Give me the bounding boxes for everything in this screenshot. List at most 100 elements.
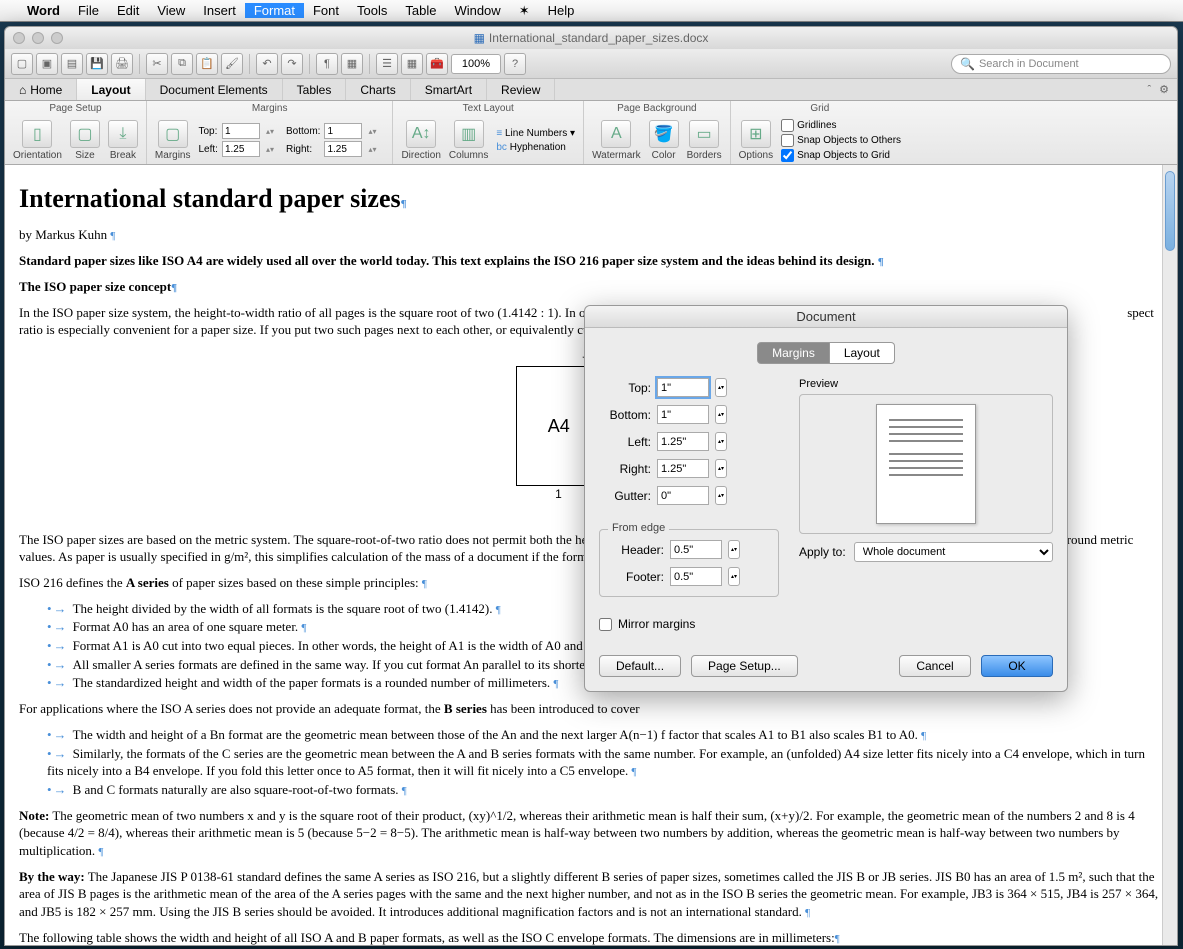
open-button[interactable]: ▣ xyxy=(36,53,58,75)
show-all-button[interactable]: ▦ xyxy=(341,53,363,75)
direction-button[interactable]: A↕Direction xyxy=(401,120,440,161)
apply-to-label: Apply to: xyxy=(799,545,846,559)
apply-to-select[interactable]: Whole document xyxy=(854,542,1053,562)
menu-app[interactable]: Word xyxy=(18,3,69,18)
close-window-button[interactable] xyxy=(13,32,25,44)
dialog-bottom-input[interactable] xyxy=(657,405,709,424)
template-button[interactable]: ▤ xyxy=(61,53,83,75)
tab-layout[interactable]: Layout xyxy=(77,79,145,100)
spinner[interactable]: ▴▾ xyxy=(715,432,727,451)
cut-button[interactable]: ✂ xyxy=(146,53,168,75)
spinner[interactable]: ▴▾ xyxy=(728,540,740,559)
undo-button[interactable]: ↶ xyxy=(256,53,278,75)
margin-left-input[interactable] xyxy=(222,141,260,157)
titlebar: ▦International_standard_paper_sizes.docx xyxy=(5,27,1177,49)
doc-btw: By the way: The Japanese JIS P 0138-61 s… xyxy=(19,868,1163,921)
cancel-button[interactable]: Cancel xyxy=(899,655,971,677)
tab-home[interactable]: Home xyxy=(5,79,77,100)
list-item: The width and height of a Bn format are … xyxy=(47,726,1163,744)
sidebar-button[interactable]: ☰ xyxy=(376,53,398,75)
format-painter-button[interactable]: 🖌 xyxy=(221,53,243,75)
paste-button[interactable]: 📋 xyxy=(196,53,218,75)
toolbox-button[interactable]: 🧰 xyxy=(426,53,448,75)
collapse-ribbon-icon[interactable]: ˆ xyxy=(1147,84,1151,96)
margin-right-input[interactable] xyxy=(324,141,362,157)
menu-format[interactable]: Format xyxy=(245,3,304,18)
preview-box xyxy=(799,394,1053,534)
menu-script-icon[interactable]: ✶ xyxy=(510,3,539,19)
page-setup-button[interactable]: Page Setup... xyxy=(691,655,798,677)
menu-font[interactable]: Font xyxy=(304,3,348,18)
snap-grid-checkbox[interactable]: Snap Objects to Grid xyxy=(781,149,901,162)
save-button[interactable]: 💾 xyxy=(86,53,108,75)
dialog-right-input[interactable] xyxy=(657,459,709,478)
watermark-button[interactable]: AWatermark xyxy=(592,120,641,161)
tab-charts[interactable]: Charts xyxy=(346,79,410,100)
list-item: B and C formats naturally are also squar… xyxy=(47,781,1163,799)
menu-table[interactable]: Table xyxy=(396,3,445,18)
dialog-left-input[interactable] xyxy=(657,432,709,451)
orientation-button[interactable]: ▯Orientation xyxy=(13,120,62,161)
spinner[interactable]: ▴▾ xyxy=(728,567,740,586)
gridlines-checkbox[interactable]: Gridlines xyxy=(781,119,901,132)
new-doc-button[interactable]: ▢ xyxy=(11,53,33,75)
print-button[interactable]: 🖨 xyxy=(111,53,133,75)
redo-button[interactable]: ↷ xyxy=(281,53,303,75)
dialog-tab-layout[interactable]: Layout xyxy=(830,342,895,364)
menu-view[interactable]: View xyxy=(148,3,194,18)
menu-tools[interactable]: Tools xyxy=(348,3,396,18)
margin-top-input[interactable] xyxy=(222,123,260,139)
spinner[interactable]: ▴▾ xyxy=(715,486,727,505)
zoom-window-button[interactable] xyxy=(51,32,63,44)
menu-insert[interactable]: Insert xyxy=(194,3,245,18)
menu-edit[interactable]: Edit xyxy=(108,3,148,18)
dialog-title: Document xyxy=(585,306,1067,328)
copy-button[interactable]: ⧉ xyxy=(171,53,193,75)
snap-others-checkbox[interactable]: Snap Objects to Others xyxy=(781,134,901,147)
tab-tables[interactable]: Tables xyxy=(283,79,347,100)
scrollbar-thumb[interactable] xyxy=(1165,171,1175,251)
break-button[interactable]: ⤓Break xyxy=(108,120,138,161)
spinner[interactable]: ▴▾ xyxy=(715,378,727,397)
doc-heading-1: International standard paper sizes¶ xyxy=(19,181,1163,216)
hyphenation-button[interactable]: bc Hyphenation xyxy=(496,142,575,153)
menu-window[interactable]: Window xyxy=(445,3,509,18)
gallery-button[interactable]: ▦ xyxy=(401,53,423,75)
margins-button[interactable]: ▢Margins xyxy=(155,120,191,161)
dialog-header-input[interactable] xyxy=(670,540,722,559)
tab-smartart[interactable]: SmartArt xyxy=(411,79,487,100)
doc-p5: For applications where the ISO A series … xyxy=(19,700,1163,718)
spinner[interactable]: ▴▾ xyxy=(715,405,727,424)
margin-bottom-input[interactable] xyxy=(324,123,362,139)
grid-options-button[interactable]: ⊞Options xyxy=(739,120,773,161)
search-input[interactable]: 🔍Search in Document xyxy=(951,54,1171,74)
vertical-scrollbar[interactable] xyxy=(1162,165,1177,945)
doc-list-2: The width and height of a Bn format are … xyxy=(47,726,1163,799)
spinner[interactable]: ▴▾ xyxy=(715,459,727,478)
ribbon: Page Setup ▯Orientation ▢Size ⤓Break Mar… xyxy=(5,101,1177,165)
mirror-margins-checkbox[interactable] xyxy=(599,618,612,631)
size-button[interactable]: ▢Size xyxy=(70,120,100,161)
group-page-setup-label: Page Setup xyxy=(13,103,138,114)
minimize-window-button[interactable] xyxy=(32,32,44,44)
line-numbers-button[interactable]: ≡ Line Numbers ▾ xyxy=(496,128,575,139)
show-marks-button[interactable]: ¶ xyxy=(316,53,338,75)
tab-review[interactable]: Review xyxy=(487,79,555,100)
ribbon-settings-icon[interactable]: ⚙ xyxy=(1159,83,1169,96)
default-button[interactable]: Default... xyxy=(599,655,681,677)
mac-menubar: Word File Edit View Insert Format Font T… xyxy=(0,0,1183,22)
menu-file[interactable]: File xyxy=(69,3,108,18)
borders-button[interactable]: ▭Borders xyxy=(687,120,722,161)
columns-button[interactable]: ▥Columns xyxy=(449,120,488,161)
tab-document-elements[interactable]: Document Elements xyxy=(146,79,283,100)
ribbon-tabs: Home Layout Document Elements Tables Cha… xyxy=(5,79,1177,101)
dialog-gutter-input[interactable] xyxy=(657,486,709,505)
zoom-input[interactable] xyxy=(451,54,501,74)
dialog-top-input[interactable] xyxy=(657,378,709,397)
menu-help[interactable]: Help xyxy=(539,3,584,18)
dialog-tab-margins[interactable]: Margins xyxy=(757,342,830,364)
help-button[interactable]: ? xyxy=(504,53,526,75)
color-button[interactable]: 🪣Color xyxy=(649,120,679,161)
ok-button[interactable]: OK xyxy=(981,655,1053,677)
dialog-footer-input[interactable] xyxy=(670,567,722,586)
